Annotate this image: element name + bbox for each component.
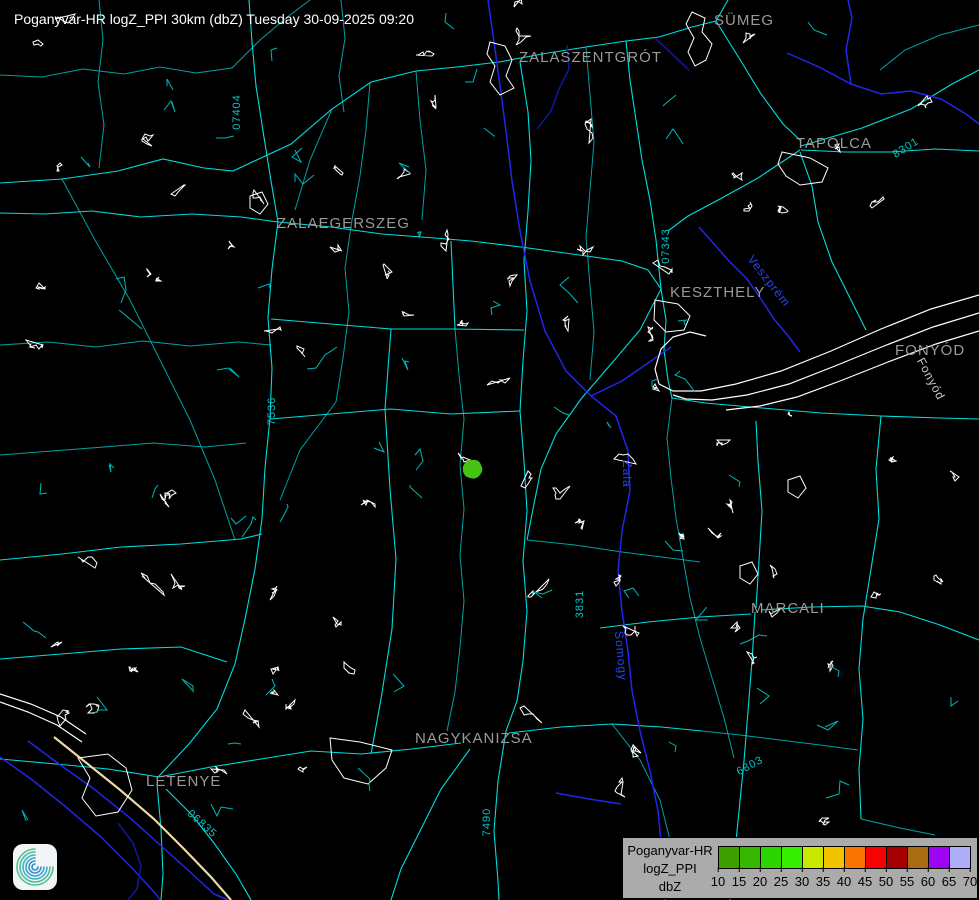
- hungaromet-logo: [13, 844, 57, 890]
- road-label-7490: 7490: [481, 808, 493, 836]
- lake-balaton-shore: [0, 295, 979, 742]
- met-spiral-icon: [13, 844, 57, 890]
- legend-color-cell: [739, 846, 761, 869]
- legend-color-cell: [844, 846, 866, 869]
- road-label-07404: 07404: [231, 94, 243, 130]
- legend-color-cell: [886, 846, 908, 869]
- road-label-07343: 07343: [660, 228, 672, 264]
- legend-tick: 50: [879, 874, 893, 889]
- legend-tick: 70: [963, 874, 977, 889]
- legend-tick: 10: [711, 874, 725, 889]
- city-label-letenye: LETENYE: [146, 773, 221, 790]
- city-label-sumeg: SÜMEG: [714, 12, 774, 29]
- legend-color-cell: [802, 846, 824, 869]
- city-label-zalaegerszeg: ZALAEGERSZEG: [277, 215, 410, 232]
- road-label-7536: 7536: [266, 397, 278, 425]
- road-label-3831: 3831: [574, 590, 586, 618]
- legend-colorbar: [718, 846, 971, 869]
- city-label-marcali: MARCALI: [751, 600, 825, 617]
- radar-echo: [463, 460, 483, 479]
- river-label-zala: Zala: [620, 460, 634, 487]
- legend-color-cell: [781, 846, 803, 869]
- legend-tick: 65: [942, 874, 956, 889]
- legend-color-cell: [949, 846, 971, 869]
- legend-tick: 25: [774, 874, 788, 889]
- legend-unit: dbZ: [625, 878, 715, 896]
- legend-color-cell: [718, 846, 740, 869]
- city-label-keszthely: KESZTHELY: [670, 284, 765, 301]
- legend-tick: 55: [900, 874, 914, 889]
- map-title: Poganyvar-HR logZ_PPI 30km (dbZ) Tuesday…: [14, 11, 414, 27]
- legend-panel: Poganyvar-HR logZ_PPI dbZ 10 15 20 25 30…: [622, 837, 978, 899]
- city-label-zalaszentgrot: ZALASZENTGRÓT: [519, 49, 662, 66]
- legend-color-cell: [865, 846, 887, 869]
- legend-tick: 30: [795, 874, 809, 889]
- legend-station: Poganyvar-HR: [625, 842, 715, 860]
- city-label-fonyod: FONYÓD: [895, 342, 965, 359]
- city-label-tapolca: TAPOLCA: [796, 135, 872, 152]
- legend-tick: 20: [753, 874, 767, 889]
- city-label-nagykanizsa: NAGYKANIZSA: [415, 730, 533, 747]
- legend-color-cell: [760, 846, 782, 869]
- legend-tick: 15: [732, 874, 746, 889]
- legend-tick: 40: [837, 874, 851, 889]
- legend-title: Poganyvar-HR logZ_PPI dbZ: [625, 842, 715, 896]
- legend-tick: 60: [921, 874, 935, 889]
- legend-product: logZ_PPI: [625, 860, 715, 878]
- legend-color-cell: [928, 846, 950, 869]
- legend-color-cell: [823, 846, 845, 869]
- legend-tick: 45: [858, 874, 872, 889]
- legend-tick: 35: [816, 874, 830, 889]
- radar-map: Poganyvar-HR logZ_PPI 30km (dbZ) Tuesday…: [0, 0, 979, 900]
- legend-color-cell: [907, 846, 929, 869]
